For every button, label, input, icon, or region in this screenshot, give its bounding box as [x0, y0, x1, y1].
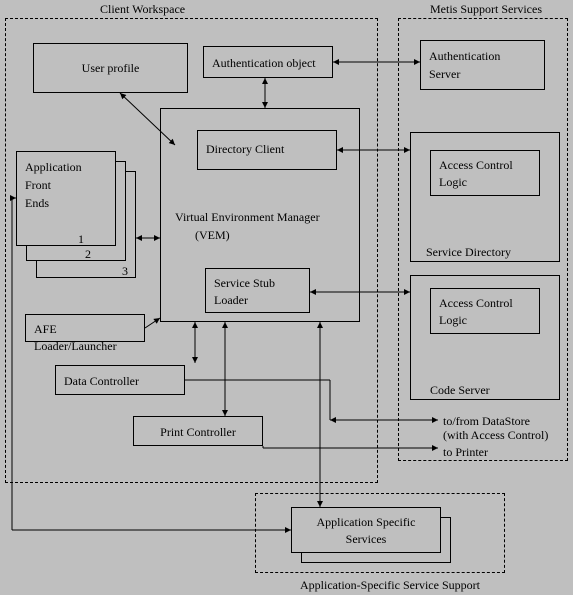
service-directory-label: Service Directory: [426, 245, 511, 260]
afe-stack-3-num: 3: [122, 264, 128, 279]
client-workspace-title: Client Workspace: [100, 2, 185, 17]
auth-object-label: Authentication object: [204, 47, 332, 78]
afe-l3: Ends: [25, 196, 49, 210]
service-stub-box: Service Stub Loader: [205, 268, 310, 313]
app-services-l1: Application Specific: [317, 515, 416, 529]
data-controller-box: Data Controller: [55, 365, 185, 395]
sd-acl-l2: Logic: [439, 175, 467, 189]
datastore-note-l1: to/from DataStore: [443, 414, 530, 429]
auth-server-box: Authentication Server: [420, 40, 545, 90]
data-controller-label: Data Controller: [56, 366, 184, 396]
metis-services-title: Metis Support Services: [430, 2, 542, 17]
cs-acl-l1: Access Control: [439, 296, 513, 310]
app-service-support-title: Application-Specific Service Support: [300, 578, 480, 593]
auth-server-l1: Authentication: [429, 49, 500, 63]
service-stub-l1: Service Stub: [214, 276, 275, 290]
app-services-box: Application Specific Services: [291, 507, 441, 553]
printer-note: to Printer: [443, 445, 488, 460]
service-directory-acl-box: Access Control Logic: [430, 150, 540, 196]
auth-server-l2: Server: [429, 67, 460, 81]
afe-loader-label: AFE Loader/Launcher: [26, 315, 144, 361]
user-profile-box: User profile: [33, 43, 188, 93]
afe-stack-1-num: 1: [78, 232, 84, 247]
code-server-label: Code Server: [430, 383, 490, 398]
afe-l2: Front: [25, 178, 51, 192]
directory-client-box: Directory Client: [197, 130, 337, 170]
cs-acl-l2: Logic: [439, 313, 467, 327]
afe-stack-1: Application Front Ends: [16, 151, 116, 246]
print-controller-label: Print Controller: [134, 417, 262, 447]
vem-l1: Virtual Environment Manager: [175, 210, 320, 225]
code-server-acl-box: Access Control Logic: [430, 288, 540, 334]
datastore-note-l2: (with Access Control): [443, 428, 548, 443]
afe-loader-box: AFE Loader/Launcher: [25, 314, 145, 342]
print-controller-box: Print Controller: [133, 416, 263, 446]
auth-object-box: Authentication object: [203, 46, 333, 78]
service-stub-l2: Loader: [214, 293, 248, 307]
app-services-l2: Services: [346, 532, 387, 546]
vem-l2: (VEM): [195, 228, 230, 243]
directory-client-label: Directory Client: [198, 131, 336, 164]
afe-l1: Application: [25, 160, 82, 174]
afe-stack-2-num: 2: [85, 247, 91, 262]
user-profile-label: User profile: [34, 44, 187, 83]
sd-acl-l1: Access Control: [439, 158, 513, 172]
